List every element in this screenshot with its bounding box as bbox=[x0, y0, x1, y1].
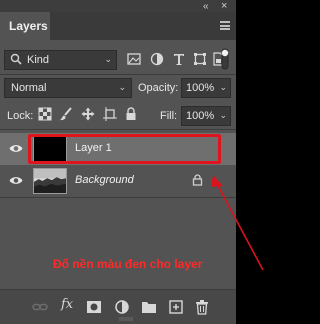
annotation-arrow bbox=[211, 175, 264, 271]
